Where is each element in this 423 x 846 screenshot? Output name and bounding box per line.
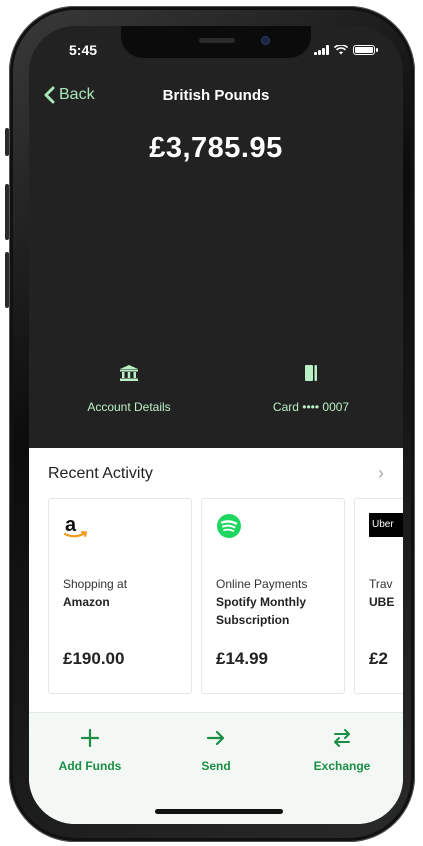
mute-switch xyxy=(5,128,9,156)
activity-amount: £190.00 xyxy=(63,649,125,668)
activity-category: Trav xyxy=(369,577,393,591)
wifi-icon xyxy=(334,45,348,55)
recent-activity-title: Recent Activity xyxy=(48,464,153,482)
card-label: Card •••• 0007 xyxy=(272,400,350,414)
signal-icon xyxy=(314,45,329,55)
send-button[interactable]: Send xyxy=(161,727,271,773)
svg-text:a: a xyxy=(65,514,77,536)
bottom-action-bar: Add Funds Send Exchange xyxy=(29,712,403,824)
arrow-right-icon xyxy=(206,730,225,746)
card-icon xyxy=(305,365,317,381)
speaker-grille xyxy=(199,38,235,43)
activity-category: Online Payments xyxy=(216,577,308,591)
phone-screen: 5:45 Back British Pounds £3,785.95 Accou… xyxy=(29,26,403,824)
home-indicator[interactable] xyxy=(155,809,283,814)
recent-activity-header[interactable]: Recent Activity › xyxy=(48,463,384,484)
activity-merchant: Amazon xyxy=(63,595,110,609)
exchange-label: Exchange xyxy=(313,759,371,773)
add-funds-label: Add Funds xyxy=(58,759,122,773)
status-icons xyxy=(314,45,378,55)
activity-merchant: Spotify Monthly Subscription xyxy=(216,595,306,627)
bank-icon xyxy=(120,365,138,381)
exchange-button[interactable]: Exchange xyxy=(287,727,397,773)
card-button[interactable]: Card •••• 0007 xyxy=(241,364,381,414)
send-label: Send xyxy=(201,759,231,773)
front-camera xyxy=(261,36,270,45)
activity-amount: £14.99 xyxy=(216,649,268,668)
account-balance: £3,785.95 xyxy=(149,132,283,164)
recent-activity-panel: Recent Activity › a Shopping at Amazon £… xyxy=(29,448,403,824)
exchange-icon xyxy=(334,729,350,747)
add-funds-button[interactable]: Add Funds xyxy=(35,727,145,773)
page-title: British Pounds xyxy=(162,87,270,104)
activity-card[interactable]: Online Payments Spotify Monthly Subscrip… xyxy=(201,498,345,694)
status-time: 5:45 xyxy=(69,42,98,58)
uber-logo: Uber xyxy=(369,513,403,539)
volume-up-button xyxy=(5,184,9,240)
activity-amount: £2 xyxy=(369,649,388,668)
activity-card[interactable]: Uber Trav UBE £2 xyxy=(354,498,403,694)
activity-merchant: UBE xyxy=(369,595,395,609)
notch xyxy=(121,26,311,58)
plus-icon xyxy=(80,728,100,748)
activity-category: Shopping at xyxy=(63,577,128,591)
activity-card[interactable]: a Shopping at Amazon £190.00 xyxy=(48,498,192,694)
activity-carousel[interactable]: a Shopping at Amazon £190.00 Online Paym… xyxy=(29,498,403,694)
battery-icon xyxy=(353,45,378,55)
spotify-logo xyxy=(216,513,330,539)
account-details-button[interactable]: Account Details xyxy=(59,364,199,414)
account-details-label: Account Details xyxy=(87,400,171,414)
chevron-right-icon[interactable]: › xyxy=(378,463,384,484)
volume-down-button xyxy=(5,252,9,308)
amazon-logo: a xyxy=(63,513,177,539)
